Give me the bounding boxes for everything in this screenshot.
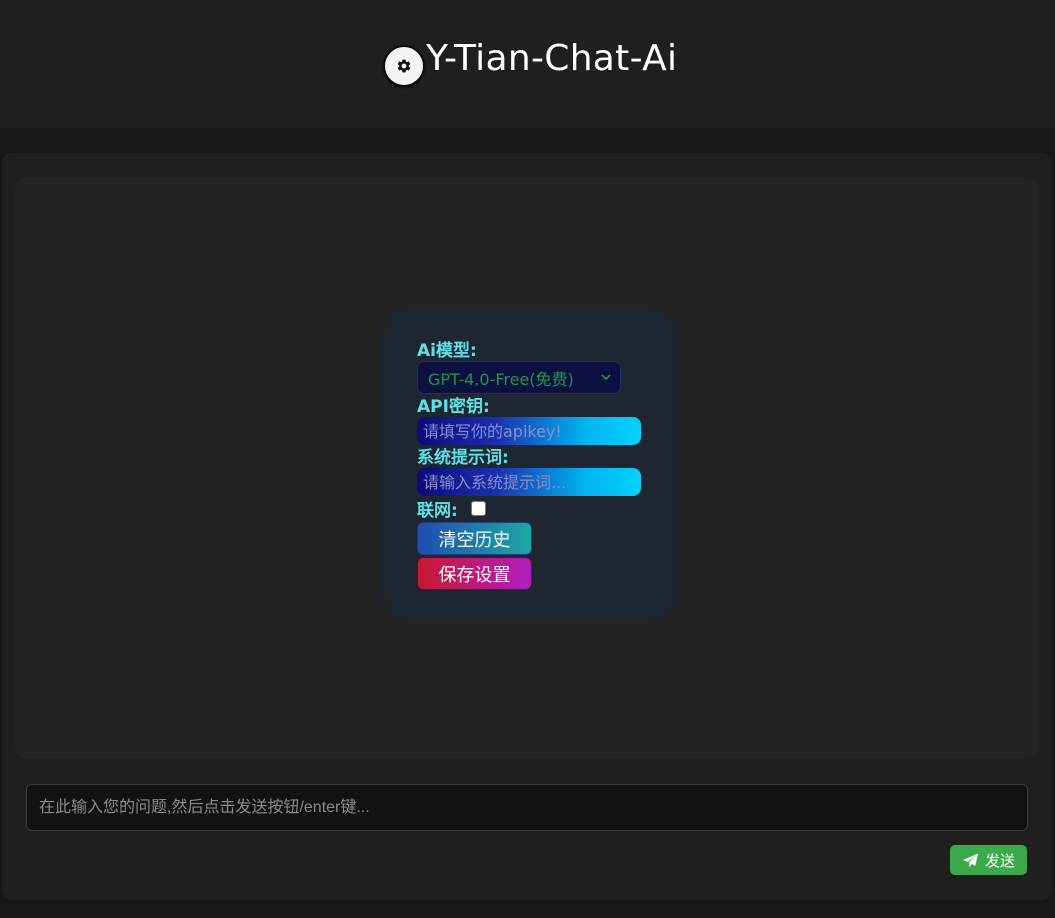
network-label: 联网: [417, 501, 458, 521]
clear-history-button[interactable]: 清空历史 [417, 522, 532, 555]
model-label: Ai模型: [417, 341, 477, 361]
system-prompt-label: 系统提示词: [417, 448, 509, 468]
model-select[interactable]: GPT-4.0-Free(免费) [417, 361, 621, 394]
apikey-input[interactable] [417, 417, 641, 445]
apikey-label: API密钥: [417, 397, 490, 417]
chevron-down-icon [601, 374, 611, 381]
gear-icon [397, 59, 411, 73]
send-label: 发送 [984, 851, 1015, 870]
network-checkbox[interactable] [471, 501, 486, 516]
save-settings-button[interactable]: 保存设置 [417, 557, 532, 590]
settings-button[interactable] [383, 45, 425, 87]
paper-plane-icon [962, 853, 978, 867]
app-title: Y-Tian-Chat-Ai [426, 38, 678, 79]
system-prompt-input[interactable] [417, 468, 641, 496]
send-button[interactable]: 发送 [950, 845, 1027, 875]
question-input[interactable] [26, 784, 1028, 831]
model-select-value: GPT-4.0-Free(免费) [428, 369, 574, 389]
